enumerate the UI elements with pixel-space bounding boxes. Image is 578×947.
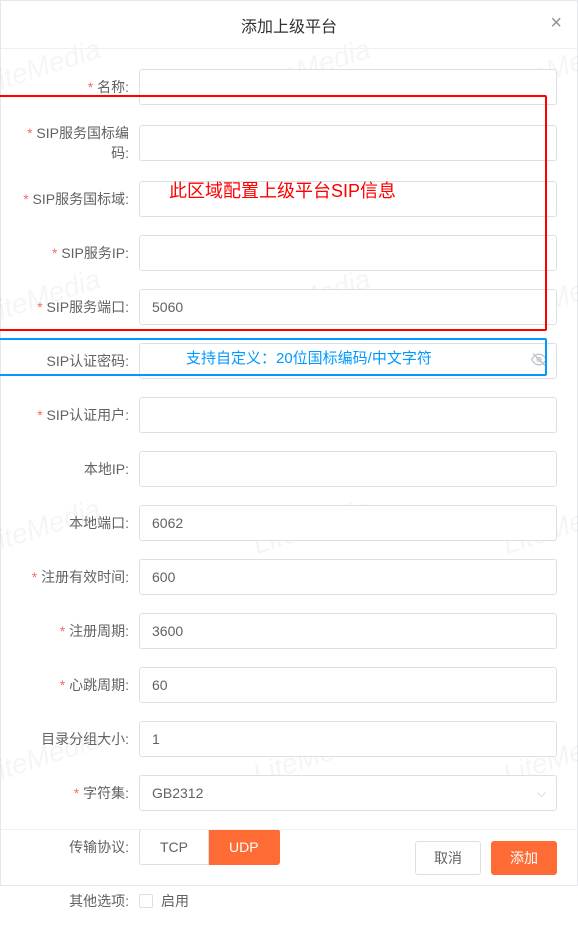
label-sip-domain: SIP服务国标域: — [21, 189, 139, 209]
dialog-header: 添加上级平台 × — [1, 1, 577, 49]
checkbox-enable-wrap[interactable]: 启用 — [139, 883, 557, 919]
chevron-down-icon: ⌵ — [537, 786, 546, 801]
label-name: 名称: — [21, 77, 139, 97]
input-heartbeat[interactable] — [139, 667, 557, 703]
input-reg-interval[interactable] — [139, 613, 557, 649]
dialog-container: LiteMedia LiteMedia LiteMedia LiteMedia … — [0, 0, 578, 886]
dialog-body: 名称: SIP服务国标编码: SIP服务国标域: SIP服务IP: SIP服务端… — [1, 49, 577, 947]
input-name[interactable] — [139, 69, 557, 105]
eye-icon[interactable] — [531, 352, 547, 371]
label-reg-interval: 注册周期: — [21, 621, 139, 641]
row-name: 名称: — [21, 69, 557, 105]
row-sip-code: SIP服务国标编码: — [21, 123, 557, 163]
row-other: 其他选项: 启用 — [21, 883, 557, 919]
select-charset[interactable]: GB2312 ⌵ — [139, 775, 557, 811]
label-reg-valid: 注册有效时间: — [21, 567, 139, 587]
row-reg-interval: 注册周期: — [21, 613, 557, 649]
input-sip-ip[interactable] — [139, 235, 557, 271]
input-sip-domain[interactable] — [139, 181, 557, 217]
cancel-button[interactable]: 取消 — [415, 841, 481, 875]
input-sip-port[interactable] — [139, 289, 557, 325]
row-sip-ip: SIP服务IP: — [21, 235, 557, 271]
input-local-port[interactable] — [139, 505, 557, 541]
input-local-ip[interactable] — [139, 451, 557, 487]
input-sip-password[interactable] — [139, 343, 557, 379]
label-sip-user: SIP认证用户: — [21, 405, 139, 425]
row-local-port: 本地端口: — [21, 505, 557, 541]
label-sip-password: SIP认证密码: — [21, 351, 139, 371]
row-group-size: 目录分组大小: — [21, 721, 557, 757]
label-heartbeat: 心跳周期: — [21, 675, 139, 695]
label-sip-ip: SIP服务IP: — [21, 243, 139, 263]
label-sip-port: SIP服务端口: — [21, 297, 139, 317]
row-sip-port: SIP服务端口: — [21, 289, 557, 325]
label-group-size: 目录分组大小: — [21, 729, 139, 749]
close-icon[interactable]: × — [550, 13, 562, 33]
select-charset-value: GB2312 — [152, 785, 203, 801]
row-sip-password: SIP认证密码: — [21, 343, 557, 379]
label-local-port: 本地端口: — [21, 513, 139, 533]
label-charset: 字符集: — [21, 783, 139, 803]
row-reg-valid: 注册有效时间: — [21, 559, 557, 595]
label-other: 其他选项: — [21, 891, 139, 911]
dialog-footer: 取消 添加 — [1, 829, 577, 885]
input-sip-code[interactable] — [139, 125, 557, 161]
input-sip-user[interactable] — [139, 397, 557, 433]
row-heartbeat: 心跳周期: — [21, 667, 557, 703]
label-local-ip: 本地IP: — [21, 459, 139, 479]
label-sip-code: SIP服务国标编码: — [21, 123, 139, 163]
input-reg-valid[interactable] — [139, 559, 557, 595]
checkbox-enable-label: 启用 — [161, 891, 189, 911]
submit-button[interactable]: 添加 — [491, 841, 557, 875]
row-sip-domain: SIP服务国标域: — [21, 181, 557, 217]
checkbox-enable[interactable] — [139, 894, 153, 908]
input-group-size[interactable] — [139, 721, 557, 757]
row-local-ip: 本地IP: — [21, 451, 557, 487]
dialog-title: 添加上级平台 — [241, 13, 337, 37]
row-sip-user: SIP认证用户: — [21, 397, 557, 433]
row-charset: 字符集: GB2312 ⌵ — [21, 775, 557, 811]
